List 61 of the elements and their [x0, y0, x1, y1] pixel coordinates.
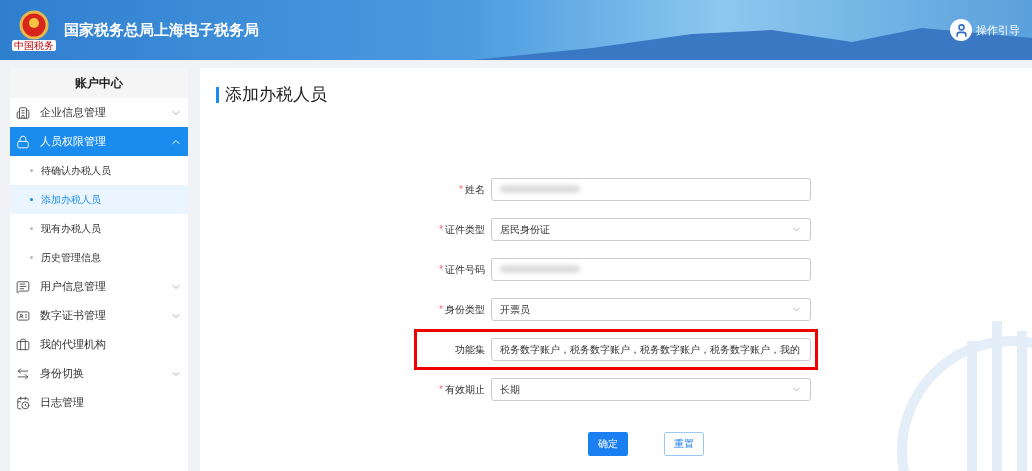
field-value: 长期: [500, 382, 520, 397]
menu-label: 日志管理: [40, 395, 84, 411]
required-asterisk: *: [439, 262, 443, 277]
required-asterisk: *: [439, 382, 443, 397]
sidebar-menu-item[interactable]: 用户信息管理: [10, 272, 188, 301]
title-accent-bar: [216, 86, 219, 103]
menu-label: 数字证书管理: [40, 308, 106, 324]
required-asterisk: *: [459, 182, 463, 197]
sidebar-menu-item[interactable]: 日志管理: [10, 388, 188, 417]
field-label: 证件类型: [445, 222, 485, 237]
confirm-button[interactable]: 确定: [588, 431, 628, 456]
sidebar-menu-item[interactable]: 数字证书管理: [10, 301, 188, 330]
submenu-label: 历史管理信息: [41, 251, 101, 265]
field-label: 姓名: [465, 182, 485, 197]
lock-icon: [16, 134, 30, 149]
required-asterisk: *: [439, 222, 443, 237]
menu-label: 身份切换: [40, 366, 84, 382]
field-label: 有效期止: [445, 382, 485, 397]
bullet-icon: [30, 227, 33, 230]
bullet-icon: [30, 198, 33, 201]
user-avatar-icon[interactable]: [950, 19, 972, 41]
select-field[interactable]: 开票员: [491, 297, 811, 321]
input-field[interactable]: [491, 177, 811, 201]
sidebar-menu-item[interactable]: 身份切换: [10, 359, 188, 388]
message-icon: [16, 279, 30, 294]
sidebar-menu-item[interactable]: 我的代理机构: [10, 330, 188, 359]
submenu-item[interactable]: 现有办税人员: [10, 214, 188, 243]
select-field[interactable]: 长期: [491, 377, 811, 401]
briefcase-icon: [16, 337, 30, 352]
switch-icon: [16, 366, 30, 381]
input-field[interactable]: [491, 257, 811, 281]
menu-label: 人员权限管理: [40, 134, 106, 150]
logo-caption: 中国税务: [12, 39, 56, 51]
id-card-icon: [16, 308, 30, 323]
sidebar-header: 账户中心: [10, 68, 188, 98]
menu-label: 企业信息管理: [40, 105, 106, 121]
reset-button[interactable]: 重置: [664, 431, 704, 456]
site-title: 国家税务总局上海电子税务局: [64, 19, 259, 40]
required-asterisk: *: [439, 302, 443, 317]
building-icon: [16, 105, 30, 120]
field-value: 居民身份证: [500, 222, 550, 237]
field-value: 税务数字账户，税务数字账户，税务数字账户，税务数字账户，我的: [500, 342, 800, 357]
page-title: 添加办税人员: [225, 84, 327, 106]
menu-label: 我的代理机构: [40, 337, 106, 353]
input-field[interactable]: 税务数字账户，税务数字账户，税务数字账户，税务数字账户，我的: [491, 337, 811, 361]
submenu-item[interactable]: 历史管理信息: [10, 243, 188, 272]
field-label: 功能集: [455, 342, 485, 357]
field-label: 身份类型: [445, 302, 485, 317]
field-label: 证件号码: [445, 262, 485, 277]
bullet-icon: [30, 169, 33, 172]
emblem-icon: [19, 9, 49, 40]
submenu-label: 添加办税人员: [41, 193, 101, 207]
submenu-label: 现有办税人员: [41, 222, 101, 236]
calendar-clock-icon: [16, 395, 30, 410]
bullet-icon: [30, 256, 33, 259]
menu-label: 用户信息管理: [40, 279, 106, 295]
submenu-item[interactable]: 待确认办税人员: [10, 156, 188, 185]
submenu-label: 待确认办税人员: [41, 164, 111, 178]
sidebar-menu-item[interactable]: 企业信息管理: [10, 98, 188, 127]
select-field[interactable]: 居民身份证: [491, 217, 811, 241]
field-value: 开票员: [500, 302, 530, 317]
